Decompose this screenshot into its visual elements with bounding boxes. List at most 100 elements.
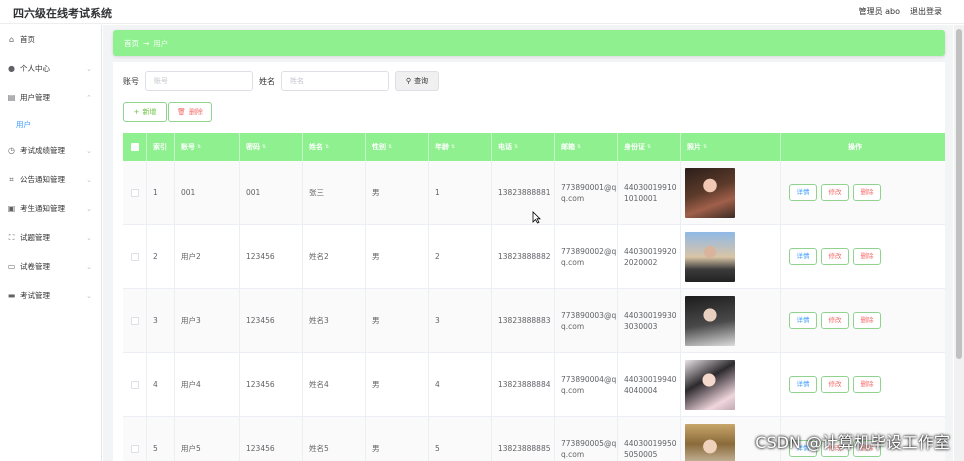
edit-button[interactable]: 修改: [821, 312, 849, 329]
chevron-down-icon: ⌄: [86, 204, 92, 213]
user-photo[interactable]: [685, 167, 735, 218]
cell-value: 2: [435, 252, 440, 261]
cell-value: 用户3: [181, 316, 201, 325]
cell-phone: 13823888884: [492, 353, 555, 416]
cell-value: 4: [153, 380, 158, 389]
sidebar-subitem-users[interactable]: 用户: [0, 112, 101, 136]
chevron-down-icon: ⌄: [86, 233, 92, 242]
cell-age: 2: [429, 225, 492, 288]
cell-id-card: 440300199505050005: [618, 417, 681, 461]
row-checkbox[interactable]: [130, 316, 139, 325]
cell-age: 1: [429, 161, 492, 224]
cell-value: 773890002@qq.com: [561, 246, 617, 267]
cell-email: 773890002@qq.com: [555, 225, 618, 288]
sidebar-item-questions[interactable]: ⛶ 试题管理 ⌄: [0, 223, 101, 252]
header-password[interactable]: 密码 ⇅: [240, 133, 303, 161]
detail-button[interactable]: 详情: [789, 312, 817, 329]
header-id-card[interactable]: 身份证 ⇅: [618, 133, 681, 161]
sidebar-item-papers[interactable]: ▭ 试卷管理 ⌄: [0, 252, 101, 281]
breadcrumb-home[interactable]: 首页: [124, 38, 139, 49]
delete-button[interactable]: 删除: [853, 312, 881, 329]
name-search-input[interactable]: [281, 71, 389, 91]
chevron-down-icon: ⌄: [86, 146, 92, 155]
select-all-cell[interactable]: [123, 133, 147, 161]
sidebar-item-exam-scores[interactable]: ◷ 考试成绩管理 ⌄: [0, 136, 101, 165]
header-label: 姓名: [309, 143, 323, 151]
header-age[interactable]: 年龄 ⇅: [429, 133, 492, 161]
user-photo[interactable]: [685, 423, 735, 461]
cell-value: 13823888883: [498, 316, 551, 325]
cell-name: 姓名4: [303, 353, 366, 416]
sidebar-item-profile[interactable]: ● 个人中心 ⌄: [0, 54, 101, 83]
detail-button[interactable]: 详情: [789, 248, 817, 265]
header-phone[interactable]: 电话 ⇅: [492, 133, 555, 161]
account-label: 账号: [123, 76, 139, 86]
header-photo[interactable]: 照片 ⇅: [681, 133, 781, 161]
cell-index: 2: [147, 225, 175, 288]
cell-value: 姓名4: [309, 380, 329, 389]
delete-button[interactable]: 删除: [853, 376, 881, 393]
cell-gender: 男: [366, 417, 429, 461]
row-checkbox[interactable]: [130, 444, 139, 453]
cell-value: 773890001@qq.com: [561, 182, 617, 203]
admin-label[interactable]: 管理员 abo: [859, 6, 900, 17]
logout-link[interactable]: 退出登录: [910, 6, 942, 17]
account-search-input[interactable]: [145, 71, 253, 91]
row-checkbox[interactable]: [130, 380, 139, 389]
sidebar-item-announcements[interactable]: ⌗ 公告通知管理 ⌄: [0, 165, 101, 194]
row-actions: 详情 修改 删除: [789, 248, 881, 265]
edit-button[interactable]: 修改: [821, 184, 849, 201]
user-photo[interactable]: [685, 295, 735, 346]
sidebar-item-label: 用户管理: [20, 93, 50, 102]
header-gender[interactable]: 性别 ⇅: [366, 133, 429, 161]
header-account[interactable]: 账号 ⇅: [175, 133, 240, 161]
sidebar-item-home[interactable]: ⌂ 首页: [0, 25, 101, 54]
detail-button[interactable]: 详情: [789, 376, 817, 393]
search-button[interactable]: ⚲ 查询: [395, 71, 439, 91]
cell-id-card: 440300199404040004: [618, 353, 681, 416]
header-label: 操作: [848, 143, 862, 151]
edit-button[interactable]: 修改: [821, 376, 849, 393]
user-photo[interactable]: [685, 231, 735, 282]
sidebar-item-exams[interactable]: ▬ 考试管理 ⌄: [0, 281, 101, 310]
sidebar-item-label: 考试成绩管理: [20, 146, 65, 155]
bulk-delete-button[interactable]: 🗑 删除: [168, 102, 212, 122]
cell-value: 001: [246, 188, 261, 197]
select-all-checkbox[interactable]: [130, 143, 139, 151]
cell-password: 123456: [240, 289, 303, 352]
row-checkbox[interactable]: [130, 188, 139, 197]
sidebar-item-candidate-notices[interactable]: ▣ 考生通知管理 ⌄: [0, 194, 101, 223]
cell-photo: [681, 225, 781, 288]
header-name[interactable]: 姓名 ⇅: [303, 133, 366, 161]
trash-icon: 🗑: [177, 108, 186, 116]
detail-button[interactable]: 详情: [789, 184, 817, 201]
cell-value: 123456: [246, 316, 275, 325]
edit-button[interactable]: 修改: [821, 248, 849, 265]
cell-value: 773890005@qq.com: [561, 438, 617, 459]
search-row: 账号 姓名 ⚲ 查询: [123, 71, 439, 91]
scrollbar-thumb[interactable]: [956, 29, 962, 359]
paper-icon: ▭: [7, 262, 16, 271]
user-photo[interactable]: [685, 359, 735, 410]
delete-button[interactable]: 删除: [853, 248, 881, 265]
cell-photo: [681, 289, 781, 352]
cell-value: 3: [153, 316, 158, 325]
header-label: 性别: [372, 143, 386, 151]
cell-value: 1: [153, 188, 158, 197]
header-email[interactable]: 邮箱 ⇅: [555, 133, 618, 161]
cell-email: 773890003@qq.com: [555, 289, 618, 352]
notice-icon: ▣: [7, 204, 16, 213]
row-checkbox-cell: [123, 417, 147, 461]
cell-password: 123456: [240, 353, 303, 416]
add-button[interactable]: + 新增: [123, 102, 167, 122]
cell-name: 张三: [303, 161, 366, 224]
search-icon: ⚲: [405, 77, 412, 85]
page-scrollbar[interactable]: [954, 25, 964, 461]
delete-button[interactable]: 删除: [853, 184, 881, 201]
cell-value: 男: [372, 444, 380, 453]
row-checkbox[interactable]: [130, 252, 139, 261]
sidebar-item-user-management[interactable]: ▤ 用户管理 ⌃: [0, 83, 101, 112]
header-label: 账号: [181, 143, 195, 151]
header-label: 索引: [153, 143, 167, 151]
sidebar-item-label: 考试管理: [20, 291, 50, 300]
